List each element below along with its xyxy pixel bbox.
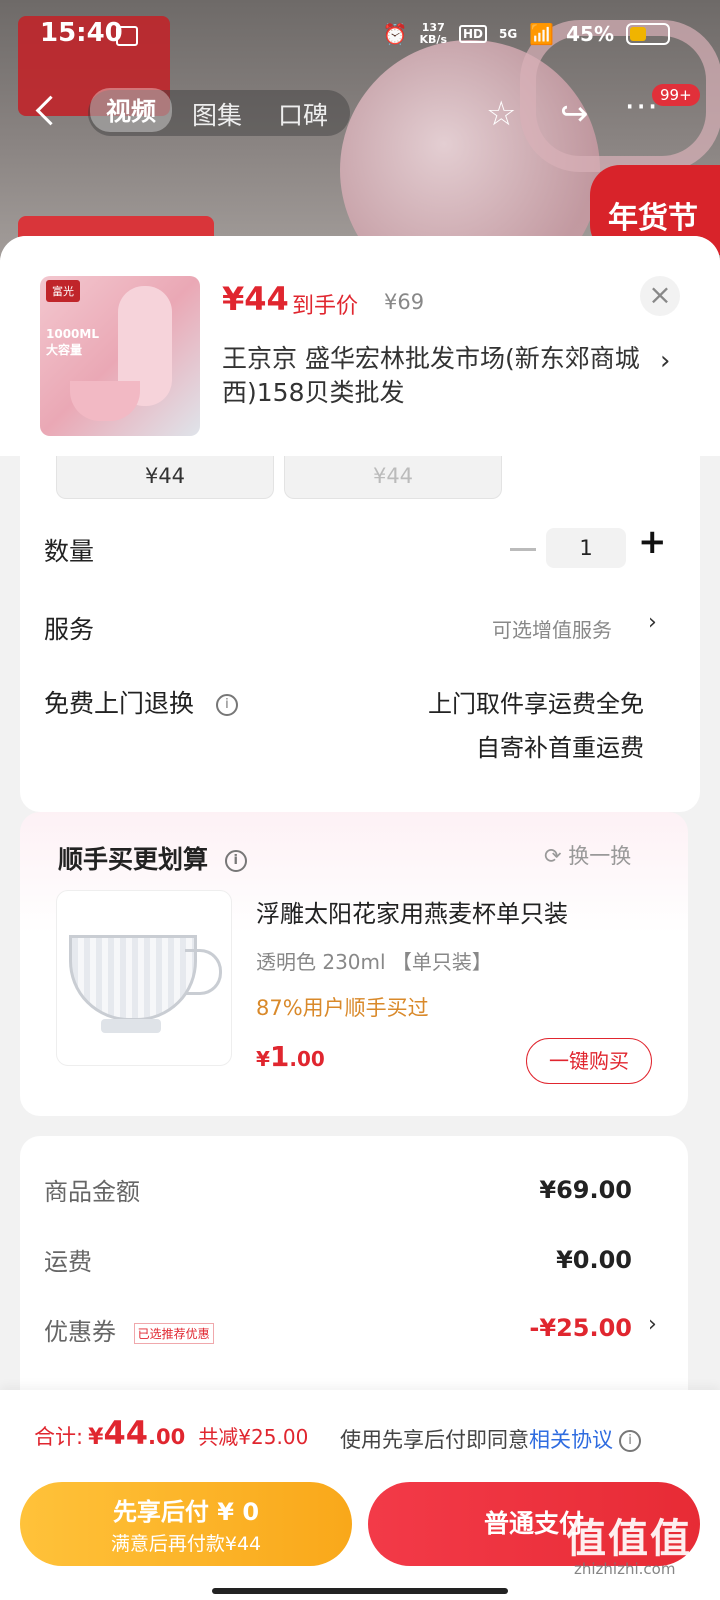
back-icon[interactable] [35,95,66,126]
returns-line-2: 自寄补首重运费 [476,734,644,762]
info-icon[interactable]: i [224,850,247,872]
total-yen: ¥ [88,1425,104,1450]
delivery-address[interactable]: 王京京 盛华宏林批发市场(新东郊商城西)158贝类批发 [222,342,642,410]
home-indicator[interactable] [212,1588,508,1594]
goods-amount-value: ¥69.00 [539,1176,632,1204]
share-icon[interactable]: ↪ [560,94,589,134]
net-speed-unit: KB/s [419,33,447,46]
product-thumbnail: 富光 1000ML 大容量 [40,276,200,436]
star-icon[interactable]: ☆ [486,94,516,134]
spec-option-2[interactable]: ¥44 [284,456,502,499]
battery-text: 45% [566,22,614,46]
original-price: ¥69 [384,290,425,314]
refresh-icon: ⟳ [544,844,562,868]
price-yen: ¥ [256,1047,270,1071]
swap-label: 换一换 [568,844,632,868]
price-dec: .00 [289,1047,325,1071]
thumb-caption: 1000ML 大容量 [46,327,99,357]
sim-icon [116,26,138,46]
returns-line-1: 上门取件享运费全免 [428,690,644,718]
recommend-item-name[interactable]: 浮雕太阳花家用燕麦杯单只装 [256,894,568,929]
watermark-logo: 值值值 [566,1516,692,1562]
top-nav: 视频 图集 口碑 ☆ ↪ ⋯ 99+ [0,84,720,140]
agreement-prefix: 使用先享后付即同意 [340,1428,529,1452]
coupon-tag: 已选推荐优惠 [133,1322,214,1344]
shipping-label: 运费 [44,1248,92,1276]
total-amount: 合计: ¥44.00 共减¥25.00 [34,1414,308,1452]
service-value[interactable]: 可选增值服务 [492,614,612,643]
quantity-label: 数量 [44,537,95,566]
goods-amount-label: 商品金额 [44,1178,140,1206]
status-bar: 15:40 ⏰ 137 KB/s HD 5G 📶 45% [0,0,720,70]
one-click-buy-button[interactable]: 一键购买 [526,1038,652,1084]
recommend-card: 顺手买更划算 i ⟳ 换一换 浮雕太阳花家用燕麦杯单只装 透明色 230ml 【… [20,812,688,1116]
chevron-right-icon[interactable]: › [648,1312,657,1337]
agreement-text: 使用先享后付即同意相关协议 i [340,1424,641,1454]
battery-icon [626,23,670,45]
info-icon[interactable]: i [215,694,238,716]
alarm-icon: ⏰ [382,22,408,46]
coupon-label: 优惠券 已选推荐优惠 [44,1312,214,1347]
pay-later-line-1: 先享后付 ¥ 0 [112,1498,260,1526]
quantity-field[interactable]: 1 [546,528,626,568]
total-dec: .00 [148,1425,186,1449]
thumb-logo: 富光 [46,280,80,302]
recommend-item-image[interactable] [56,890,232,1066]
agreement-link[interactable]: 相关协议 [529,1428,613,1452]
net-speed: 137 KB/s [420,22,447,46]
tab-reviews[interactable]: 口碑 [278,96,328,132]
total-saved: 共减¥25.00 [198,1425,309,1449]
pay-later-button[interactable]: 先享后付 ¥ 0 满意后再付款¥44 [20,1482,352,1566]
close-button[interactable]: × [640,276,680,316]
recommend-title-text: 顺手买更划算 [58,845,209,874]
hd-icon: HD [459,25,488,43]
total-label: 合计: [34,1425,84,1449]
service-label: 服务 [44,615,95,644]
spec-option-1[interactable]: ¥44 [56,456,274,499]
sheet-header: 富光 1000ML 大容量 ¥44 到手价 ¥69 × 王京京 盛华宏林批发市场… [0,236,720,456]
returns-label-text: 免费上门退换 [44,689,195,718]
returns-label: 免费上门退换 i [44,684,238,720]
message-badge: 99+ [652,84,700,106]
recommend-title: 顺手买更划算 i [58,840,247,876]
close-icon: × [648,278,672,311]
quantity-minus-button[interactable] [510,548,536,551]
cup-handle-shape [185,949,222,995]
quantity-plus-button[interactable]: + [638,522,667,562]
info-icon[interactable]: i [619,1430,641,1452]
wifi-icon: 📶 [529,22,555,46]
signal-icon: 5G [499,27,518,41]
shipping-value: ¥0.00 [556,1246,632,1274]
final-price: ¥44 [222,280,289,318]
options-card: ¥44 ¥44 数量 1 + 服务 可选增值服务 › 免费上门退换 i 上门取件… [20,456,700,812]
tab-gallery[interactable]: 图集 [192,96,242,132]
cup-shape [69,935,197,1021]
chevron-right-icon[interactable]: › [648,610,657,635]
swap-button[interactable]: ⟳ 换一换 [544,840,631,870]
promo-badge-text: 年货节 [608,201,698,236]
cup-foot-shape [101,1019,161,1033]
recommend-item-bought: 87%用户顺手买过 [256,996,429,1020]
status-time: 15:40 [40,18,123,48]
recommend-item-spec: 透明色 230ml 【单只装】 [256,950,492,974]
tab-video[interactable]: 视频 [90,88,173,132]
total-int: 44 [103,1414,149,1452]
chevron-right-icon[interactable]: › [660,346,670,376]
battery-fill [630,27,646,41]
thumb-cup [70,381,140,421]
price-int: 1 [269,1040,290,1073]
recommend-item-price: ¥1.00 [256,1040,325,1073]
coupon-label-text: 优惠券 [44,1318,116,1346]
final-price-tag: 到手价 [292,294,359,319]
pay-later-line-2: 满意后再付款¥44 [110,1533,262,1555]
coupon-value[interactable]: -¥25.00 [529,1314,632,1342]
watermark-url: zhizhizhi.com [574,1560,676,1578]
